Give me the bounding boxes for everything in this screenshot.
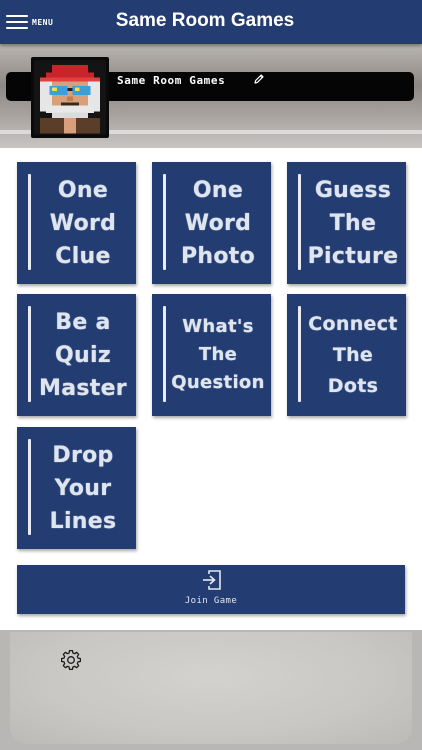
app-header: MENU Same Room Games	[0, 0, 422, 44]
game-tile-one-word-clue[interactable]: One Word Clue	[17, 162, 136, 284]
avatar[interactable]	[31, 57, 109, 138]
gear-icon[interactable]	[60, 649, 82, 671]
game-tile-connect-the-dots[interactable]: Connect The Dots	[287, 294, 406, 416]
join-game-button[interactable]: Join Game	[17, 565, 405, 614]
pixel-art-avatar-icon	[34, 61, 106, 134]
game-tile-be-a-quiz-master[interactable]: Be a Quiz Master	[17, 294, 136, 416]
game-tile-one-word-photo[interactable]: One Word Photo	[152, 162, 271, 284]
game-tile-label: Guess The Picture	[307, 177, 399, 269]
enter-icon	[203, 570, 221, 590]
pencil-icon[interactable]	[253, 73, 265, 85]
game-tile-label: One Word Clue	[49, 177, 117, 269]
game-tile-label: One Word Photo	[180, 177, 256, 269]
game-tile-drop-your-lines[interactable]: Drop Your Lines	[17, 427, 136, 549]
game-tile-guess-the-picture[interactable]: Guess The Picture	[287, 162, 406, 284]
games-panel: One Word Clue One Word Photo Guess The Picture…	[0, 148, 422, 630]
game-tile-label: Drop Your Lines	[49, 442, 117, 534]
profile-name: Same Room Games	[117, 74, 226, 87]
join-game-label: Join Game	[184, 596, 238, 606]
game-tile-whats-the-question[interactable]: What's The Question	[152, 294, 271, 416]
page-title: Same Room Games	[115, 10, 295, 31]
game-tile-label: What's The Question	[171, 316, 265, 393]
game-tile-label: Be a Quiz Master	[39, 309, 127, 401]
game-tile-label: Connect The Dots	[308, 312, 398, 397]
